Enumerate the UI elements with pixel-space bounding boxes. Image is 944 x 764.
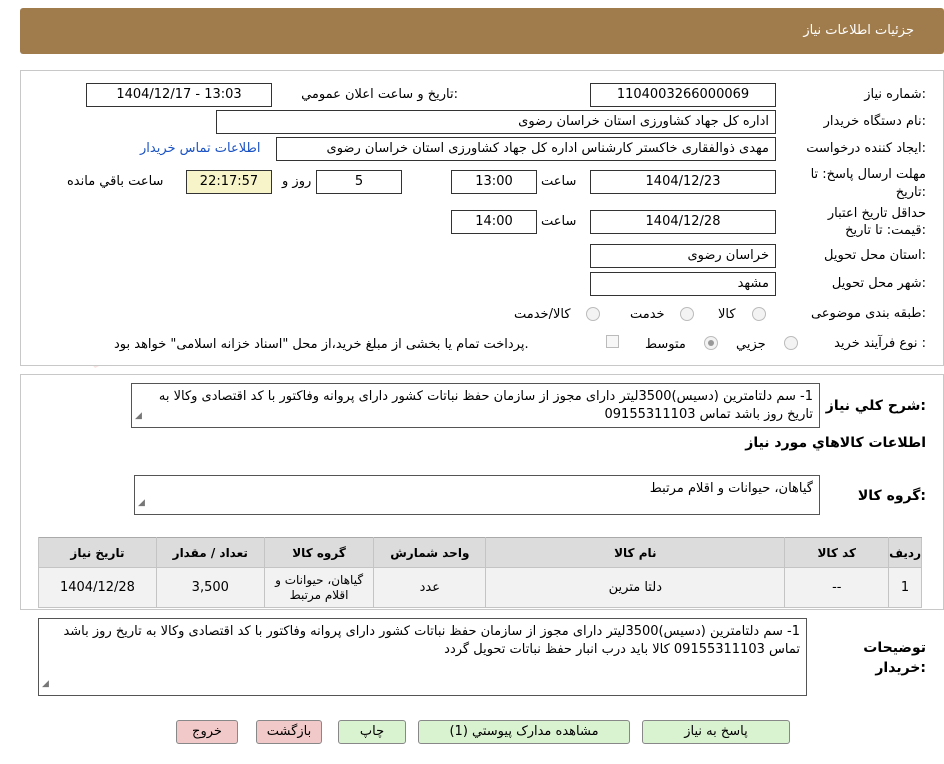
buyer-org-label: نام دستگاه خریدار:: [823, 114, 926, 129]
category-radio-service[interactable]: [680, 307, 694, 321]
col-quantity: تعداد / مقدار: [155, 537, 265, 568]
validity-time-label: ساعت: [541, 214, 577, 229]
deadline-date-field: 1404/12/23: [590, 170, 776, 194]
deadline-time-field: 13:00: [451, 170, 537, 194]
buyer-notes-text: 1- سم دلتامترین (دسیس)3500لیتر دارای مجو…: [63, 624, 800, 657]
cell-unit: عدد: [373, 567, 487, 608]
resize-grip-icon: ◢: [138, 498, 145, 508]
cell-row-number: 1: [888, 567, 922, 608]
reply-button[interactable]: پاسخ به نیاز: [642, 720, 790, 744]
province-field: خراسان رضوی: [590, 244, 776, 268]
back-button[interactable]: بازگشت: [256, 720, 322, 744]
view-attachments-button[interactable]: مشاهده مدارک پیوستي (1): [418, 720, 630, 744]
validity-date-field: 1404/12/28: [590, 210, 776, 234]
table-header-row: ردیف کد کالا نام کالا واحد شمارش گروه کا…: [38, 537, 922, 568]
category-radio-goods-service[interactable]: [586, 307, 600, 321]
announce-datetime-field: 1404/12/17 - 13:03: [86, 83, 272, 107]
col-item-code: کد کالا: [784, 537, 890, 568]
category-option-service: خدمت: [630, 307, 665, 322]
buyer-notes-field: 1- سم دلتامترین (دسیس)3500لیتر دارای مجو…: [38, 618, 807, 696]
deadline-label: مهلت ارسال پاسخ: تا تاریخ:: [810, 167, 926, 200]
cell-group: گیاهان، حیوانات و اقلام مرتبط: [263, 567, 375, 608]
summary-text-content: 1- سم دلتامترین (دسیس)3500لیتر دارای مجو…: [158, 389, 813, 422]
need-number-label: شماره نیاز:: [864, 87, 926, 102]
province-label: استان محل تحویل:: [824, 248, 926, 263]
summary-text: 1- سم دلتامترین (دسیس)3500لیتر دارای مجو…: [131, 383, 820, 428]
remaining-time-field: 22:17:57: [186, 170, 272, 194]
col-unit: واحد شمارش: [373, 537, 487, 568]
category-label: طبقه بندی موضوعی:: [810, 306, 926, 321]
validity-time-field: 14:00: [451, 210, 537, 234]
col-item-name: نام کالا: [485, 537, 786, 568]
col-need-date: تاریخ نیاز: [38, 537, 157, 568]
payment-note: پرداخت تمام یا بخشی از مبلغ خرید،از محل …: [114, 337, 529, 352]
treasury-payment-checkbox[interactable]: [606, 335, 619, 348]
cell-quantity: 3,500: [155, 567, 265, 608]
goods-group-text: گیاهان، حیوانات و اقلام مرتبط: [649, 481, 813, 496]
col-row-number: ردیف: [888, 537, 922, 568]
requester-field: مهدی ذوالفقاری خاکستر کارشناس اداره کل ج…: [276, 137, 776, 161]
page-title: جزئیات اطلاعات نیاز: [803, 23, 914, 38]
category-radio-goods[interactable]: [752, 307, 766, 321]
need-number-field: 1104003266000069: [590, 83, 776, 107]
cell-item-name: دلتا مترین: [485, 567, 786, 608]
cell-need-date: 1404/12/28: [38, 567, 157, 608]
cell-item-code: --: [784, 567, 890, 608]
city-label: شهر محل تحویل:: [831, 276, 926, 291]
days-remaining-field: 5: [316, 170, 402, 194]
days-label: روز و: [282, 174, 312, 189]
validity-label: حداقل تاریخ اعتبار قیمت: تا تاریخ:: [827, 206, 926, 238]
table-row: 1 -- دلتا مترین عدد گیاهان، حیوانات و اق…: [38, 567, 922, 608]
process-label: نوع فرآیند خرید :: [834, 336, 926, 351]
remaining-label: ساعت باقي مانده: [67, 174, 164, 189]
announce-label: تاریخ و ساعت اعلان عمومي:: [301, 87, 458, 102]
summary-label: شرح کلي نیاز:: [825, 398, 926, 414]
category-option-goods-service: کالا/خدمت: [514, 307, 571, 322]
exit-button[interactable]: خروج: [176, 720, 238, 744]
goods-group-label: گروه کالا:: [857, 488, 926, 504]
category-option-goods: کالا: [718, 307, 736, 322]
city-field: مشهد: [590, 272, 776, 296]
process-option-medium: متوسط: [645, 337, 686, 352]
col-group: گروه کالا: [263, 537, 375, 568]
print-button[interactable]: چاپ: [338, 720, 406, 744]
goods-section-title: اطلاعات کالاهاي مورد نیاز: [745, 435, 926, 451]
process-option-small: جزیي: [736, 337, 766, 352]
buyer-notes-label: توضیحات خریدار:: [863, 640, 926, 676]
buyer-org-field: اداره کل جهاد کشاورزی استان خراسان رضوی: [216, 110, 776, 134]
process-radio-small[interactable]: [784, 336, 798, 350]
items-table: ردیف کد کالا نام کالا واحد شمارش گروه کا…: [38, 537, 922, 608]
page-header: جزئیات اطلاعات نیاز: [20, 8, 944, 54]
process-radio-medium[interactable]: [704, 336, 718, 350]
deadline-time-label: ساعت: [541, 174, 577, 189]
resize-grip-icon: ◢: [42, 679, 49, 689]
goods-group-field: گیاهان، حیوانات و اقلام مرتبط ◢: [134, 475, 820, 515]
requester-label: ایجاد کننده درخواست:: [806, 141, 926, 156]
buyer-contact-link[interactable]: اطلاعات تماس خریدار: [140, 141, 260, 156]
resize-grip-icon: ◢: [135, 411, 142, 421]
